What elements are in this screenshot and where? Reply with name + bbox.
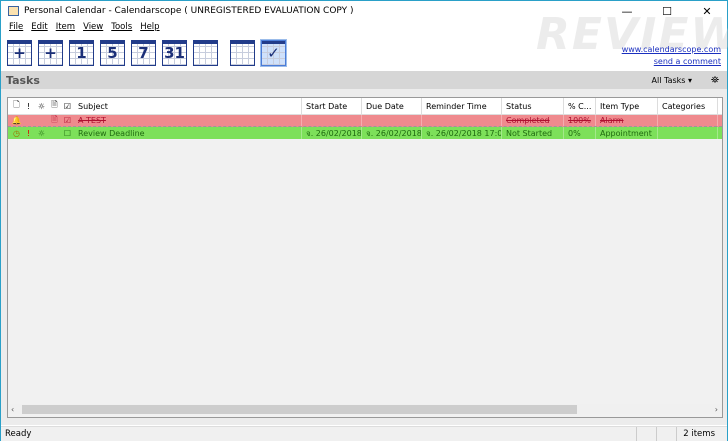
column-item-type[interactable]: Item Type — [596, 98, 658, 114]
complete-checkbox[interactable]: ☐ — [62, 127, 73, 139]
app-icon — [8, 6, 19, 16]
task-categories — [658, 115, 718, 126]
tasks-view-button[interactable]: ✓ — [260, 39, 287, 67]
status-divider — [676, 427, 677, 441]
complete-checkbox[interactable]: ☑ — [62, 115, 73, 126]
notes-icon: 🗎 — [51, 114, 58, 124]
notes-icon[interactable]: 🗎 — [49, 98, 60, 114]
column-status[interactable]: Status — [502, 98, 564, 114]
menu-edit[interactable]: Edit — [27, 22, 51, 32]
binoculars-icon[interactable]: ⛯ — [711, 75, 719, 86]
menu-tools[interactable]: Tools — [107, 22, 136, 32]
new-icon[interactable]: 🗋 — [11, 98, 22, 114]
reminder-icon[interactable]: ☼ — [36, 98, 47, 114]
task-reminder: จ. 26/02/2018 17:00 — [422, 127, 502, 139]
task-filter-dropdown[interactable]: All Tasks ▾ — [652, 76, 692, 85]
task-subject: Review Deadline — [74, 127, 302, 139]
agenda-view-button[interactable]: + — [38, 40, 63, 66]
table-row[interactable]: ◷ ! ☼ ☐ Review Deadline จ. 26/02/2018 จ.… — [8, 127, 722, 139]
horizontal-scrollbar[interactable]: ‹ › — [8, 404, 722, 414]
new-item-button[interactable]: + — [7, 40, 32, 66]
scroll-left-icon[interactable]: ‹ — [11, 405, 14, 414]
column-categories[interactable]: Categories — [658, 98, 718, 114]
menu-item[interactable]: Item — [52, 22, 79, 32]
menu-file[interactable]: File — [5, 22, 27, 32]
task-type: Appointment — [596, 127, 658, 139]
send-comment-link[interactable]: send a comment — [622, 56, 721, 68]
alarm-bell-icon: 🔔 — [11, 116, 22, 125]
column-start-date[interactable]: Start Date — [302, 98, 362, 114]
task-percent: 100% — [564, 115, 596, 126]
task-grid: 🗋 ! ☼ 🗎 ☑ Subject Start Date Due Date Re… — [7, 97, 723, 418]
item-count: 2 items — [683, 429, 715, 439]
status-text: Ready — [5, 429, 32, 439]
week-view-button[interactable]: 7 — [131, 40, 156, 66]
column-reminder-time[interactable]: Reminder Time — [422, 98, 502, 114]
window-title: Personal Calendar - Calendarscope ( UNRE… — [24, 6, 354, 16]
list-view-button[interactable] — [230, 40, 255, 66]
task-status: Not Started — [502, 127, 564, 139]
column-subject[interactable]: Subject — [74, 98, 302, 114]
priority-icon[interactable]: ! — [23, 98, 34, 114]
menu-help[interactable]: Help — [136, 22, 163, 32]
month-view-button[interactable]: 31 — [162, 40, 187, 66]
tasks-heading: Tasks — [6, 73, 40, 87]
table-row[interactable]: 🔔 🗎 ☑ A TEST Completed 100% Alarm — [8, 115, 722, 127]
grid-header: 🗋 ! ☼ 🗎 ☑ Subject Start Date Due Date Re… — [8, 98, 722, 115]
status-divider — [656, 427, 657, 441]
column-percent-complete[interactable]: % C... — [564, 98, 596, 114]
day-view-button[interactable]: 1 — [69, 40, 94, 66]
toolbar: + + 1 5 7 31 ✓ — [7, 39, 287, 67]
column-due-date[interactable]: Due Date — [362, 98, 422, 114]
task-start-date: จ. 26/02/2018 — [302, 127, 362, 139]
scroll-right-icon[interactable]: › — [715, 405, 718, 414]
clock-icon: ◷ — [13, 128, 20, 138]
menu-bar: File Edit Item View Tools Help — [5, 22, 164, 32]
task-percent: 0% — [564, 127, 596, 139]
complete-checkbox-icon[interactable]: ☑ — [62, 98, 73, 114]
task-reminder — [422, 115, 502, 126]
status-divider — [636, 427, 637, 441]
reminder-icon: ☼ — [37, 128, 46, 138]
scrollbar-thumb[interactable] — [22, 404, 577, 414]
task-due-date: จ. 26/02/2018 — [362, 127, 422, 139]
work-week-view-button[interactable]: 5 — [100, 40, 125, 66]
website-link[interactable]: www.calendarscope.com — [622, 44, 721, 56]
task-type: Alarm — [596, 115, 658, 126]
status-bar: Ready 2 items — [1, 426, 727, 441]
year-view-button[interactable] — [193, 40, 218, 66]
task-status: Completed — [502, 115, 564, 126]
priority-high-icon: ! — [26, 128, 31, 138]
task-categories — [658, 127, 718, 139]
task-subject: A TEST — [74, 115, 302, 126]
task-due-date — [362, 115, 422, 126]
menu-view[interactable]: View — [79, 22, 107, 32]
task-start-date — [302, 115, 362, 126]
tasks-header: Tasks All Tasks ▾ ⛯ — [1, 71, 727, 89]
